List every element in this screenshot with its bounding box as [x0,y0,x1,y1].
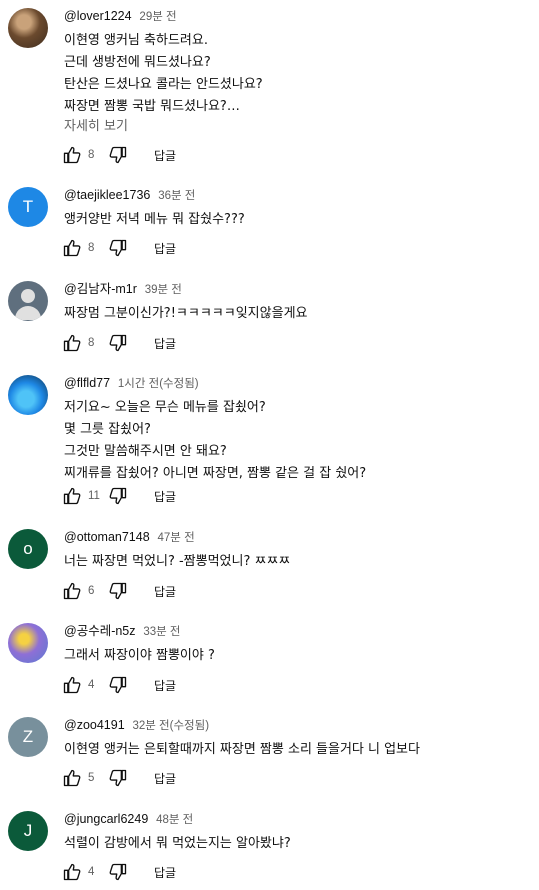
comment-actions: 11 답글 [62,485,176,507]
comment-actions: 6 답글 [62,580,176,602]
comment-author[interactable]: @김남자-m1r [64,282,137,296]
comment-meta: @ottoman7148 47분 전 [64,529,195,546]
avatar[interactable]: J [8,811,48,851]
comment-actions: 8 답글 [62,332,176,354]
avatar-letter: T [22,197,34,216]
read-more-link[interactable]: 자세히 보기 [64,115,128,134]
dislike-icon[interactable] [108,675,128,695]
dislike-icon[interactable] [108,862,128,882]
comment-line: 저기요~ 오늘은 무슨 메뉴를 잡쇴어? [64,400,266,415]
comment-line: 몇 그릇 잡쇴어? [64,422,151,437]
dislike-icon[interactable] [108,486,128,506]
comment-text: 앵커양반 저녁 메뉴 뭐 잡쉈수??? [64,209,245,231]
reply-button[interactable]: 답글 [154,335,176,352]
like-icon[interactable] [62,486,82,506]
dislike-icon[interactable] [108,333,128,353]
comment-time[interactable]: 29분 전 [139,11,176,23]
avatar[interactable]: Z [8,717,48,757]
comment-meta: @lover1224 29분 전 [64,8,177,25]
like-icon[interactable] [62,862,82,882]
comment-actions: 4 답글 [62,674,176,696]
dislike-icon[interactable] [108,581,128,601]
like-count: 8 [88,149,95,161]
comment-text: 이현영 앵커는 은퇴할때까지 짜장면 짬뽕 소리 들을거다 니 업보다 [64,739,420,761]
comment-line: 그래서 짜장이야 짬뽕이야 ? [64,648,215,663]
avatar-letter: o [23,539,33,558]
like-icon[interactable] [62,675,82,695]
avatar[interactable]: o [8,529,48,569]
comment-line: 그것만 말씀해주시면 안 돼요? [64,444,227,459]
comment-line: 찌개류를 잡쇴어? 아니면 짜장면, 짬뽕 같은 걸 잡 쉈어? [64,466,367,481]
comment-time[interactable]: 36분 전 [158,190,195,202]
avatar-letter: Z [22,727,34,746]
avatar[interactable] [8,8,48,48]
like-icon[interactable] [62,238,82,258]
comment-time[interactable]: 47분 전 [158,532,195,544]
comment-author[interactable]: @jungcarl6249 [64,812,148,826]
comment-actions: 8 답글 [62,237,176,259]
comment-author[interactable]: @lover1224 [64,9,132,23]
dislike-icon[interactable] [108,768,128,788]
comment-line: 석렬이 감방에서 뭐 먹었는지는 알아봤냐? [64,836,291,851]
dislike-icon[interactable] [108,238,128,258]
comment-author[interactable]: @ottoman7148 [64,530,150,544]
reply-button[interactable]: 답글 [154,583,176,600]
comment-actions: 5 답글 [62,767,176,789]
comment-meta: @김남자-m1r 39분 전 [64,281,182,298]
like-count: 8 [88,242,95,254]
comment-text: 저기요~ 오늘은 무슨 메뉴를 잡쇴어? 몇 그릇 잡쇴어? 그것만 말씀해주시… [64,397,366,485]
avatar[interactable] [8,623,48,663]
like-icon[interactable] [62,768,82,788]
comment-meta: @flfld77 1시간 전(수정됨) [64,375,199,392]
reply-button[interactable]: 답글 [154,770,176,787]
like-count: 5 [88,772,95,784]
comment-actions: 4 답글 [62,861,176,883]
like-count: 4 [88,679,95,691]
comment-text: 석렬이 감방에서 뭐 먹었는지는 알아봤냐? [64,833,291,855]
like-icon[interactable] [62,581,82,601]
comment-time[interactable]: 48분 전 [156,814,193,826]
comment-line: 짜장멈 그분이신가?!ㅋㅋㅋㅋㅋ잊지않을게요 [64,306,308,321]
comment-line: 너는 짜장면 먹었니? -짬뽕먹었니? ㅉㅉㅉ [64,554,291,569]
reply-button[interactable]: 답글 [154,147,176,164]
comment-time[interactable]: 33분 전 [143,626,180,638]
comment-author[interactable]: @taejiklee1736 [64,188,150,202]
dislike-icon[interactable] [108,145,128,165]
like-icon[interactable] [62,333,82,353]
comment-meta: @zoo4191 32분 전(수정됨) [64,717,209,734]
comment-actions: 8 답글 [62,144,176,166]
reply-button[interactable]: 답글 [154,488,176,505]
reply-button[interactable]: 답글 [154,240,176,257]
comment-meta: @공수레-n5z 33분 전 [64,623,181,640]
reply-button[interactable]: 답글 [154,677,176,694]
like-count: 8 [88,337,95,349]
comment-line: 이현영 앵커는 은퇴할때까지 짜장면 짬뽕 소리 들을거다 니 업보다 [64,742,420,757]
avatar[interactable] [8,281,48,321]
avatar-letter: J [23,821,33,840]
comment-author[interactable]: @flfld77 [64,376,110,390]
like-count: 4 [88,866,95,878]
comment-line: 앵커양반 저녁 메뉴 뭐 잡쉈수??? [64,212,245,227]
like-count: 11 [88,490,100,502]
comment-text: 그래서 짜장이야 짬뽕이야 ? [64,645,215,667]
comment-text: 너는 짜장면 먹었니? -짬뽕먹었니? ㅉㅉㅉ [64,551,290,573]
comment-line: 이현영 앵커님 축하드려요. [64,33,208,48]
comment-text: 짜장멈 그분이신가?!ㅋㅋㅋㅋㅋ잊지않을게요 [64,303,307,325]
default-avatar-icon [21,289,35,303]
comment-meta: @taejiklee1736 36분 전 [64,187,195,204]
comment-time[interactable]: 32분 전(수정됨) [132,720,209,732]
comment-author[interactable]: @공수레-n5z [64,624,136,638]
comment-author[interactable]: @zoo4191 [64,718,125,732]
comment-time[interactable]: 1시간 전(수정됨) [118,378,199,390]
reply-button[interactable]: 답글 [154,864,176,881]
comment-text: 이현영 앵커님 축하드려요. 근데 생방전에 뭐드셨나요? 탄산은 드셨나요 콜… [64,30,263,118]
like-icon[interactable] [62,145,82,165]
comment-line: 근데 생방전에 뭐드셨나요? [64,55,211,70]
comment-time[interactable]: 39분 전 [145,284,182,296]
comment-meta: @jungcarl6249 48분 전 [64,811,193,828]
comment-line: 탄산은 드셨나요 콜라는 안드셨나요? [64,77,263,92]
like-count: 6 [88,585,95,597]
avatar[interactable]: T [8,187,48,227]
avatar[interactable] [8,375,48,415]
